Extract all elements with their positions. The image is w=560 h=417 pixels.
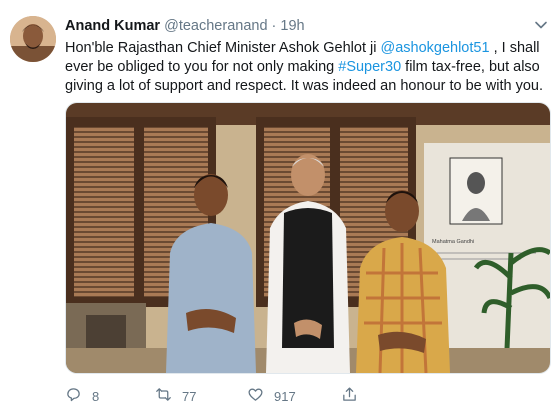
chevron-down-icon[interactable] [534, 18, 548, 32]
like-count: 917 [274, 388, 296, 404]
like-button[interactable]: 917 [247, 386, 296, 406]
tweet-time[interactable]: 19h [280, 18, 304, 34]
reply-button[interactable]: 8 [65, 386, 99, 406]
share-button[interactable] [341, 386, 358, 406]
tweet-text: Hon'ble Rajasthan Chief Minister Ashok G… [65, 39, 550, 96]
author-name[interactable]: Anand Kumar [65, 18, 160, 34]
separator: · [271, 18, 277, 34]
retweet-icon [155, 386, 172, 406]
photo-sign-text: Mahatma Gandhi [432, 239, 474, 245]
author-handle[interactable]: @teacheranand [164, 18, 267, 34]
reply-icon [65, 386, 82, 406]
tweet-header: Anand Kumar @teacheranand · 19h [65, 16, 305, 36]
mention-link[interactable]: @ashokgehlot51 [380, 40, 489, 56]
heart-icon [247, 386, 264, 406]
tweet-card[interactable]: Anand Kumar @teacheranand · 19h Hon'ble … [0, 0, 560, 417]
reply-count: 8 [92, 388, 100, 404]
tweet-photo[interactable]: Mahatma Gandhi [65, 102, 551, 374]
tweet-text-part: Hon'ble Rajasthan Chief Minister Ashok G… [65, 40, 381, 56]
avatar[interactable] [10, 16, 56, 62]
tweet-actions: 8 77 917 [65, 386, 365, 406]
share-icon [341, 386, 358, 406]
retweet-count: 77 [182, 388, 197, 404]
retweet-button[interactable]: 77 [155, 386, 196, 406]
hashtag-link[interactable]: #Super30 [338, 59, 401, 75]
